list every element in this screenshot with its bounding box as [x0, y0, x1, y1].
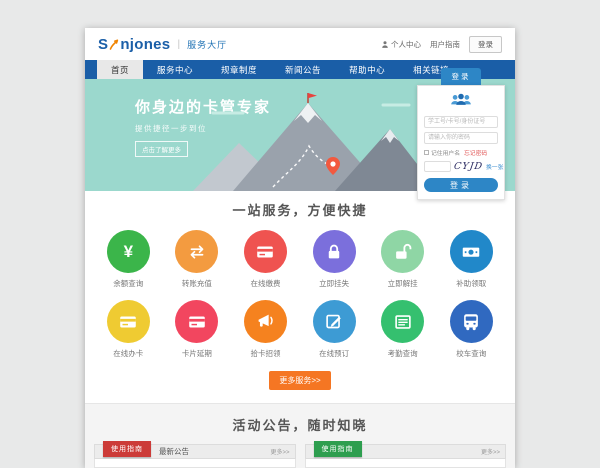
attendance-icon — [392, 311, 414, 333]
forgot-password-link[interactable]: 忘记密码 — [464, 148, 487, 157]
captcha-refresh-link[interactable]: 换一张 — [486, 162, 503, 171]
service-online-card-apply[interactable]: 在线办卡 — [94, 300, 163, 359]
captcha-image: CYJD — [453, 161, 484, 172]
more-services-button[interactable]: 更多服务>> — [269, 371, 330, 390]
service-balance-inquiry[interactable]: ¥ 余额查询 — [94, 230, 163, 289]
logo-divider: | — [177, 39, 180, 50]
services-title: 一站服务，方便快捷 — [85, 200, 515, 219]
megaphone-icon — [254, 311, 276, 333]
personal-center-link[interactable]: 个人中心 — [381, 39, 421, 50]
users-group-icon — [424, 92, 498, 112]
service-card-extension[interactable]: 卡片延期 — [163, 300, 232, 359]
service-transfer-recharge[interactable]: 转账充值 — [163, 230, 232, 289]
latest-announcements-tab[interactable]: 最新公告 — [159, 446, 189, 457]
service-grid: ¥ 余额查询 转账充值 在线缴费 — [94, 230, 506, 370]
announcements-title: 活动公告，随时知晓 — [85, 415, 515, 434]
remember-label: 记住用户名 — [431, 148, 460, 157]
panel-body — [94, 459, 296, 468]
more-link[interactable]: 更多>> — [481, 447, 500, 456]
service-cancel-loss[interactable]: 立即解挂 — [368, 230, 437, 289]
usage-guide-tab[interactable]: 使用指南 — [314, 441, 362, 457]
more-link[interactable]: 更多>> — [270, 447, 289, 456]
lock-icon — [323, 241, 345, 263]
captcha-input[interactable] — [424, 161, 451, 172]
banknote-icon — [460, 241, 482, 263]
site: S njones | 服务大厅 个人中心 用户指南 登录 首页 服务中心 规章制… — [85, 28, 515, 468]
nav-item-service-center[interactable]: 服务中心 — [143, 60, 207, 79]
service-report-loss[interactable]: 立即挂失 — [300, 230, 369, 289]
hero-cta-button[interactable]: 点击了解更多 — [135, 141, 188, 157]
unlock-icon — [392, 241, 414, 263]
logo-text-prefix: S — [98, 37, 108, 52]
logo-bolt-icon — [109, 39, 119, 50]
edit-icon — [323, 311, 345, 333]
user-guide-link[interactable]: 用户指南 — [430, 39, 460, 50]
service-school-bus-inquiry[interactable]: 校车查询 — [437, 300, 506, 359]
service-found-card-claim[interactable]: 拾卡招领 — [231, 300, 300, 359]
transfer-icon — [186, 241, 208, 263]
hero-banner: 你身边的卡管专家 提供捷径一步到位 点击了解更多 登录 — [85, 79, 515, 191]
bus-icon — [460, 311, 482, 333]
service-subsidy-collection[interactable]: 补助领取 — [437, 230, 506, 289]
remember-checkbox[interactable] — [424, 150, 429, 155]
nav-item-news[interactable]: 新闻公告 — [271, 60, 335, 79]
service-online-booking[interactable]: 在线预订 — [300, 300, 369, 359]
header-links: 个人中心 用户指南 登录 — [381, 36, 502, 53]
credit-card-icon — [254, 241, 276, 263]
login-panel: 登录 记住用户名 — [417, 68, 505, 200]
site-title: 服务大厅 — [187, 38, 227, 51]
login-submit-button[interactable]: 登录 — [424, 178, 498, 192]
announcement-panel-right: 使用指南 更多>> — [305, 444, 507, 468]
usage-guide-tab[interactable]: 使用指南 — [103, 441, 151, 457]
services-section: 一站服务，方便快捷 ¥ 余额查询 转账充值 — [85, 191, 515, 390]
nav-item-rules[interactable]: 规章制度 — [207, 60, 271, 79]
card-icon — [117, 311, 139, 333]
nav-item-help[interactable]: 帮助中心 — [335, 60, 399, 79]
announcements-section: 活动公告，随时知晓 使用指南 最新公告 更多>> 使用指南 更多>> — [85, 403, 515, 468]
password-input[interactable] — [424, 132, 498, 144]
panel-body — [305, 459, 507, 468]
mountain-illustration — [193, 91, 438, 191]
announcement-panel-left: 使用指南 最新公告 更多>> — [94, 444, 296, 468]
card-icon — [186, 311, 208, 333]
header: S njones | 服务大厅 个人中心 用户指南 登录 — [85, 28, 515, 60]
service-online-payment[interactable]: 在线缴费 — [231, 230, 300, 289]
header-login-button[interactable]: 登录 — [469, 36, 502, 53]
login-tab[interactable]: 登录 — [441, 68, 481, 85]
yuan-icon: ¥ — [124, 243, 133, 260]
logo: S njones | 服务大厅 — [98, 37, 227, 52]
username-input[interactable] — [424, 116, 498, 128]
logo-text-suffix: njones — [120, 37, 170, 52]
person-icon — [381, 40, 389, 49]
service-attendance-inquiry[interactable]: 考勤查询 — [368, 300, 437, 359]
nav-item-home[interactable]: 首页 — [97, 60, 143, 79]
